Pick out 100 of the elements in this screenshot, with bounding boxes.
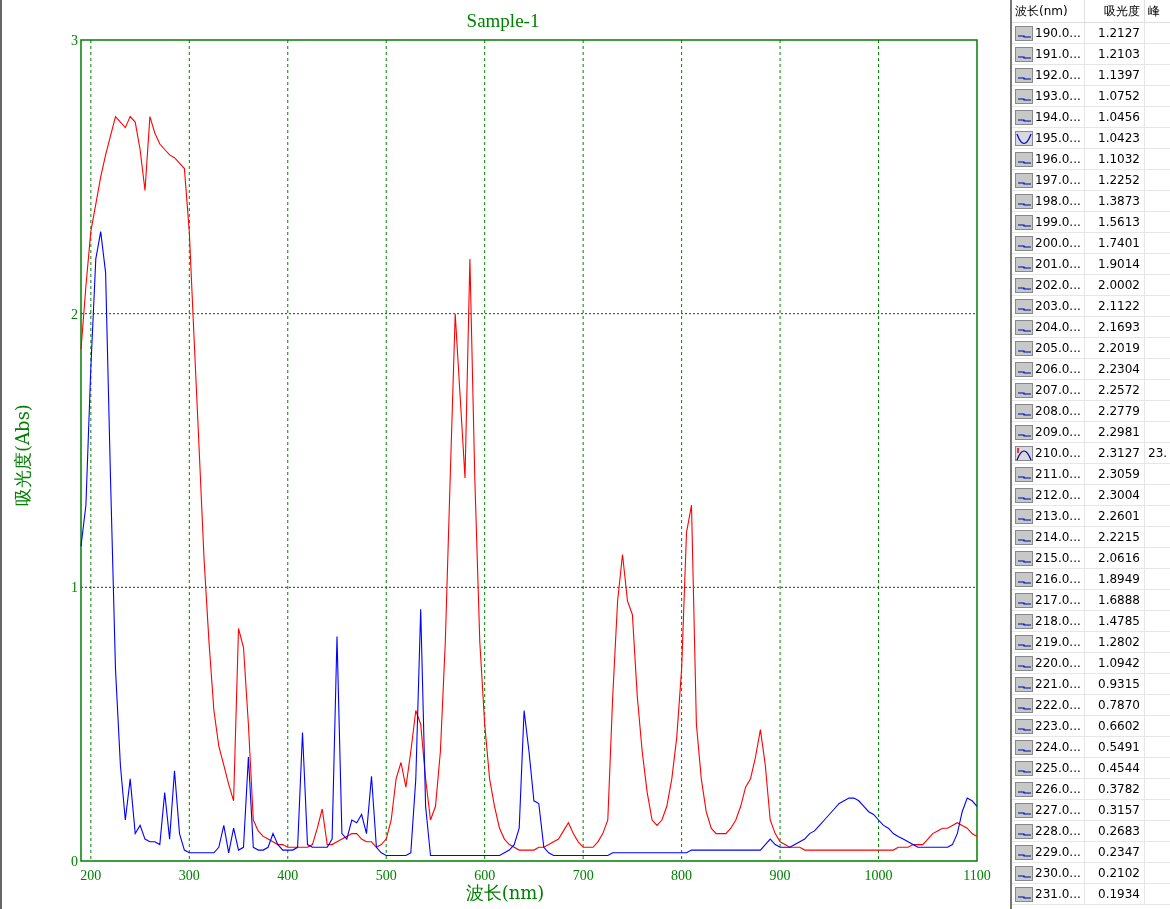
wavelength-value: 217.0... [1035, 593, 1081, 607]
absorbance-value: 1.8949 [1098, 572, 1140, 586]
absorbance-value: 0.3157 [1098, 803, 1140, 817]
wavelength-value: 222.0... [1035, 698, 1081, 712]
x-tick-label: 500 [375, 868, 397, 883]
absorbance-value: 2.1122 [1098, 299, 1140, 313]
wavelength-value: 224.0... [1035, 740, 1081, 754]
wavelength-value: 201.0... [1035, 257, 1081, 271]
wavelength-value: 194.0... [1035, 110, 1081, 124]
column-header[interactable]: 吸光度 [1085, 0, 1145, 22]
wavelength-value: 195.0... [1035, 131, 1081, 145]
y-axis-title: 吸光度(Abs) [12, 404, 33, 506]
wavelength-value: 216.0... [1035, 572, 1081, 586]
peak-width-value: 23. [1148, 446, 1168, 460]
absorbance-value: 0.5491 [1098, 740, 1140, 754]
absorbance-value: 2.0002 [1098, 278, 1140, 292]
wavelength-value: 218.0... [1035, 614, 1081, 628]
wavelength-value: 192.0... [1035, 68, 1081, 82]
absorbance-value: 1.3873 [1098, 194, 1140, 208]
x-tick-label: 300 [178, 868, 200, 883]
x-tick-label: 600 [474, 868, 496, 883]
wavelength-value: 207.0... [1035, 383, 1081, 397]
wavelength-value: 196.0... [1035, 152, 1081, 166]
absorbance-value: 0.1934 [1098, 887, 1140, 901]
x-tick-label: 800 [671, 868, 693, 883]
valley-curve-icon [1015, 130, 1033, 146]
wavelength-value: 200.0... [1035, 236, 1081, 250]
wavelength-value: 231.0... [1035, 887, 1081, 901]
absorbance-value: 1.7401 [1098, 236, 1140, 250]
wavelength-value: 204.0... [1035, 320, 1081, 334]
wavelength-value: 210.0... [1035, 446, 1081, 460]
wavelength-value: 215.0... [1035, 551, 1081, 565]
absorbance-value: 2.2601 [1098, 509, 1140, 523]
x-axis-title: 波长(nm) [465, 882, 545, 903]
absorbance-value: 1.0752 [1098, 89, 1140, 103]
wavelength-value: 229.0... [1035, 845, 1081, 859]
wavelength-value: 202.0... [1035, 278, 1081, 292]
absorbance-value: 2.2215 [1098, 530, 1140, 544]
wavelength-value: 191.0... [1035, 47, 1081, 61]
y-tick-label: 0 [71, 854, 78, 869]
column-header[interactable]: 峰 [1145, 0, 1170, 22]
absorbance-value: 2.2304 [1098, 362, 1140, 376]
peak-curve-icon [1015, 445, 1033, 461]
absorbance-value: 0.7870 [1098, 698, 1140, 712]
wavelength-value: 213.0... [1035, 509, 1081, 523]
absorbance-value: 2.3059 [1098, 467, 1140, 481]
absorbance-value: 2.2779 [1098, 404, 1140, 418]
absorbance-value: 1.0456 [1098, 110, 1140, 124]
wavelength-value: 226.0... [1035, 782, 1081, 796]
absorbance-value: 1.2802 [1098, 635, 1140, 649]
chart-title: Sample-1 [466, 10, 540, 31]
x-tick-label: 900 [769, 868, 791, 883]
y-tick-label: 2 [71, 306, 78, 322]
wavelength-value: 225.0... [1035, 761, 1081, 775]
absorbance-value: 0.9315 [1098, 677, 1140, 691]
wavelength-value: 212.0... [1035, 488, 1081, 502]
absorbance-value: 2.0616 [1098, 551, 1140, 565]
wavelength-value: 227.0... [1035, 803, 1081, 817]
x-tick-label: 1100 [963, 868, 991, 883]
absorbance-value: 1.4785 [1098, 614, 1140, 628]
absorbance-value: 0.2347 [1098, 845, 1140, 859]
wavelength-value: 228.0... [1035, 824, 1081, 838]
wavelength-value: 198.0... [1035, 194, 1081, 208]
wavelength-value: 221.0... [1035, 677, 1081, 691]
x-tick-label: 1000 [864, 868, 893, 883]
wavelength-value: 211.0... [1035, 467, 1081, 481]
wavelength-value: 219.0... [1035, 635, 1081, 649]
absorbance-value: 1.2103 [1098, 47, 1140, 61]
x-tick-label: 400 [277, 868, 299, 883]
column-header[interactable]: 波长(nm) [1012, 0, 1085, 22]
x-tick-label: 700 [572, 868, 594, 883]
wavelength-value: 197.0... [1035, 173, 1081, 187]
absorbance-value: 1.5613 [1098, 215, 1140, 229]
wavelength-value: 203.0... [1035, 299, 1081, 313]
absorbance-value: 0.3782 [1098, 782, 1140, 796]
absorbance-value: 0.2683 [1098, 824, 1140, 838]
wavelength-value: 205.0... [1035, 341, 1081, 355]
absorbance-value: 0.2102 [1098, 866, 1140, 880]
wavelength-value: 206.0... [1035, 362, 1081, 376]
x-tick-label: 200 [80, 868, 102, 883]
absorbance-value: 1.6888 [1098, 593, 1140, 607]
absorbance-value: 1.2127 [1098, 26, 1140, 40]
absorbance-value: 2.2572 [1098, 383, 1140, 397]
wavelength-value: 230.0... [1035, 866, 1081, 880]
absorbance-value: 0.4544 [1098, 761, 1140, 775]
absorbance-value: 2.3127 [1098, 446, 1140, 460]
wavelength-value: 199.0... [1035, 215, 1081, 229]
absorbance-value: 0.6602 [1098, 719, 1140, 733]
absorbance-value: 1.0423 [1098, 131, 1140, 145]
wavelength-value: 220.0... [1035, 656, 1081, 670]
wavelength-value: 209.0... [1035, 425, 1081, 439]
absorbance-value: 2.1693 [1098, 320, 1140, 334]
absorbance-value: 2.2019 [1098, 341, 1140, 355]
wavelength-value: 190.0... [1035, 26, 1081, 40]
absorbance-value: 2.2981 [1098, 425, 1140, 439]
absorbance-value: 1.2252 [1098, 173, 1140, 187]
y-tick-label: 1 [71, 580, 78, 596]
absorbance-value: 1.1397 [1098, 68, 1140, 82]
wavelength-value: 193.0... [1035, 89, 1081, 103]
y-tick-label: 3 [71, 33, 78, 48]
